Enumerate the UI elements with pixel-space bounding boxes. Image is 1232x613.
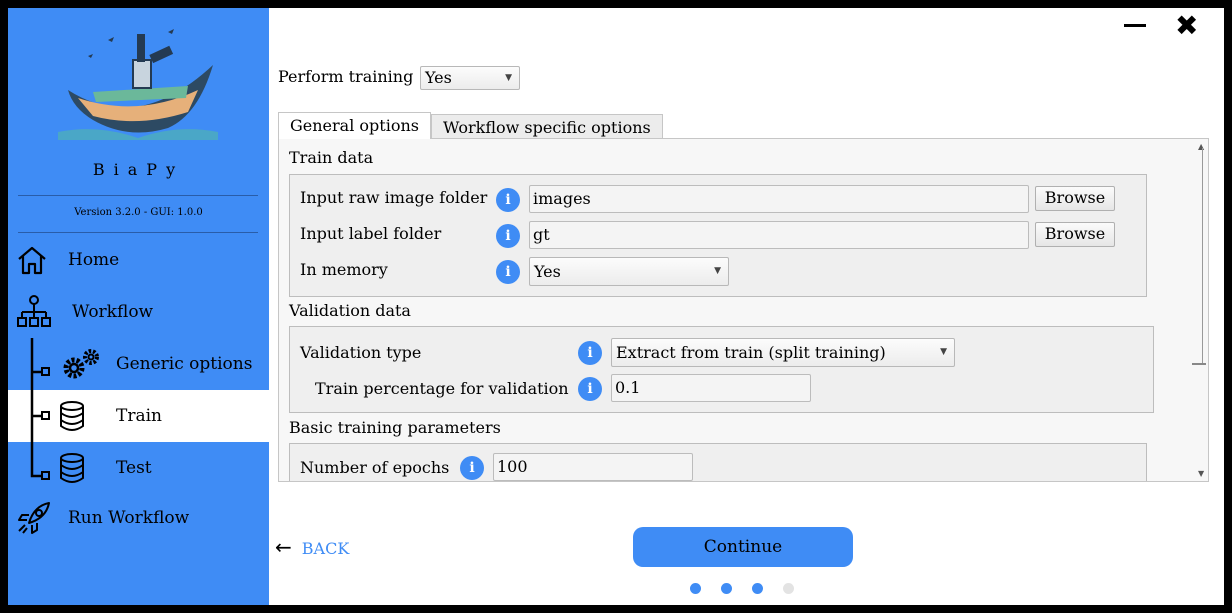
label-folder-input[interactable]: gt: [529, 221, 1029, 249]
home-icon: [18, 246, 46, 275]
sidebar-item-workflow[interactable]: Workflow: [8, 286, 269, 338]
scroll-down-icon[interactable]: ▼: [1198, 469, 1204, 478]
sidebar-item-label: Run Workflow: [68, 508, 190, 528]
basic-training-group: Number of epochs i 100: [289, 443, 1147, 481]
tab-workflow-specific-options[interactable]: Workflow specific options: [431, 114, 663, 139]
in-memory-label: In memory: [300, 260, 388, 279]
perform-training-value: Yes: [425, 68, 452, 87]
raw-folder-label: Input raw image folder: [300, 188, 488, 207]
sidebar-item-generic-options[interactable]: Generic options: [8, 338, 269, 390]
back-label: BACK: [301, 539, 350, 558]
raw-folder-input[interactable]: images: [529, 185, 1029, 213]
step-dot[interactable]: [752, 583, 763, 594]
perform-training-label: Perform training: [278, 67, 414, 86]
continue-button[interactable]: Continue: [633, 527, 853, 567]
epochs-input[interactable]: 100: [493, 453, 693, 481]
app-window: BiaPy Version 3.2.0 - GUI: 1.0.0 Home Wo…: [0, 0, 1232, 613]
gears-icon: [63, 349, 99, 379]
validation-data-group: Validation type i Extract from train (sp…: [289, 326, 1154, 413]
version-text: Version 3.2.0 - GUI: 1.0.0: [74, 207, 203, 218]
biapy-logo: [58, 29, 218, 140]
validation-data-title: Validation data: [289, 301, 411, 320]
dropdown-arrow-icon: ▼: [940, 347, 947, 357]
browse-raw-button[interactable]: Browse: [1035, 186, 1115, 211]
workflow-icon: [17, 295, 51, 327]
sidebar-item-label: Workflow: [72, 302, 154, 322]
sidebar: BiaPy Version 3.2.0 - GUI: 1.0.0 Home Wo…: [8, 8, 269, 605]
sidebar-item-label: Home: [68, 250, 120, 270]
basic-training-title: Basic training parameters: [289, 418, 501, 437]
sidebar-item-train[interactable]: Train: [8, 390, 269, 442]
scrollbar-track[interactable]: [1202, 148, 1203, 363]
tree-branch-icon: [30, 338, 50, 390]
perform-training-select[interactable]: Yes ▼: [420, 66, 520, 90]
in-memory-select[interactable]: Yes ▼: [529, 257, 729, 286]
step-dot[interactable]: [721, 583, 732, 594]
arrow-left-icon: ←: [275, 535, 292, 559]
train-data-title: Train data: [289, 148, 374, 167]
back-button[interactable]: ← BACK: [275, 535, 349, 559]
browse-label-button[interactable]: Browse: [1035, 222, 1115, 247]
dropdown-arrow-icon: ▼: [505, 73, 512, 83]
dropdown-arrow-icon: ▼: [714, 266, 721, 276]
info-icon[interactable]: i: [496, 260, 520, 284]
label-folder-label: Input label folder: [300, 224, 442, 243]
sidebar-item-label: Train: [116, 406, 162, 426]
validation-type-value: Extract from train (split training): [616, 343, 886, 362]
sidebar-item-label: Test: [116, 458, 152, 478]
tab-general-options[interactable]: General options: [278, 112, 431, 139]
scrollbar-thumb[interactable]: [1192, 363, 1206, 365]
sidebar-item-run-workflow[interactable]: Run Workflow: [8, 492, 269, 544]
validation-type-label: Validation type: [300, 343, 422, 362]
database-icon: [60, 453, 84, 483]
rocket-icon: [18, 502, 50, 534]
validation-type-select[interactable]: Extract from train (split training) ▼: [611, 338, 955, 367]
train-percentage-input[interactable]: 0.1: [611, 374, 811, 402]
close-icon[interactable]: ✖: [1175, 12, 1198, 40]
tree-branch-icon: [30, 442, 50, 480]
divider: [18, 232, 258, 233]
info-icon[interactable]: i: [460, 456, 484, 480]
train-percentage-label: Train percentage for validation: [315, 379, 569, 398]
info-icon[interactable]: i: [578, 377, 602, 401]
divider: [18, 195, 258, 196]
epochs-label: Number of epochs: [300, 458, 450, 477]
app-name: BiaPy: [92, 160, 185, 179]
sidebar-item-label: Generic options: [116, 354, 253, 374]
options-panel: Train data Input raw image folder i imag…: [278, 138, 1209, 482]
tree-branch-icon: [30, 390, 50, 442]
info-icon[interactable]: i: [496, 188, 520, 212]
sidebar-item-test[interactable]: Test: [8, 442, 269, 494]
minimize-icon[interactable]: [1124, 24, 1146, 27]
train-data-group: Input raw image folder i images Browse I…: [289, 174, 1147, 297]
info-icon[interactable]: i: [578, 341, 602, 365]
in-memory-value: Yes: [534, 262, 561, 281]
sidebar-item-home[interactable]: Home: [8, 234, 269, 286]
step-dot[interactable]: [690, 583, 701, 594]
info-icon[interactable]: i: [496, 224, 520, 248]
main-content: ✖ Perform training Yes ▼ General options…: [269, 8, 1224, 605]
step-dot[interactable]: [783, 583, 794, 594]
database-icon: [60, 401, 84, 431]
